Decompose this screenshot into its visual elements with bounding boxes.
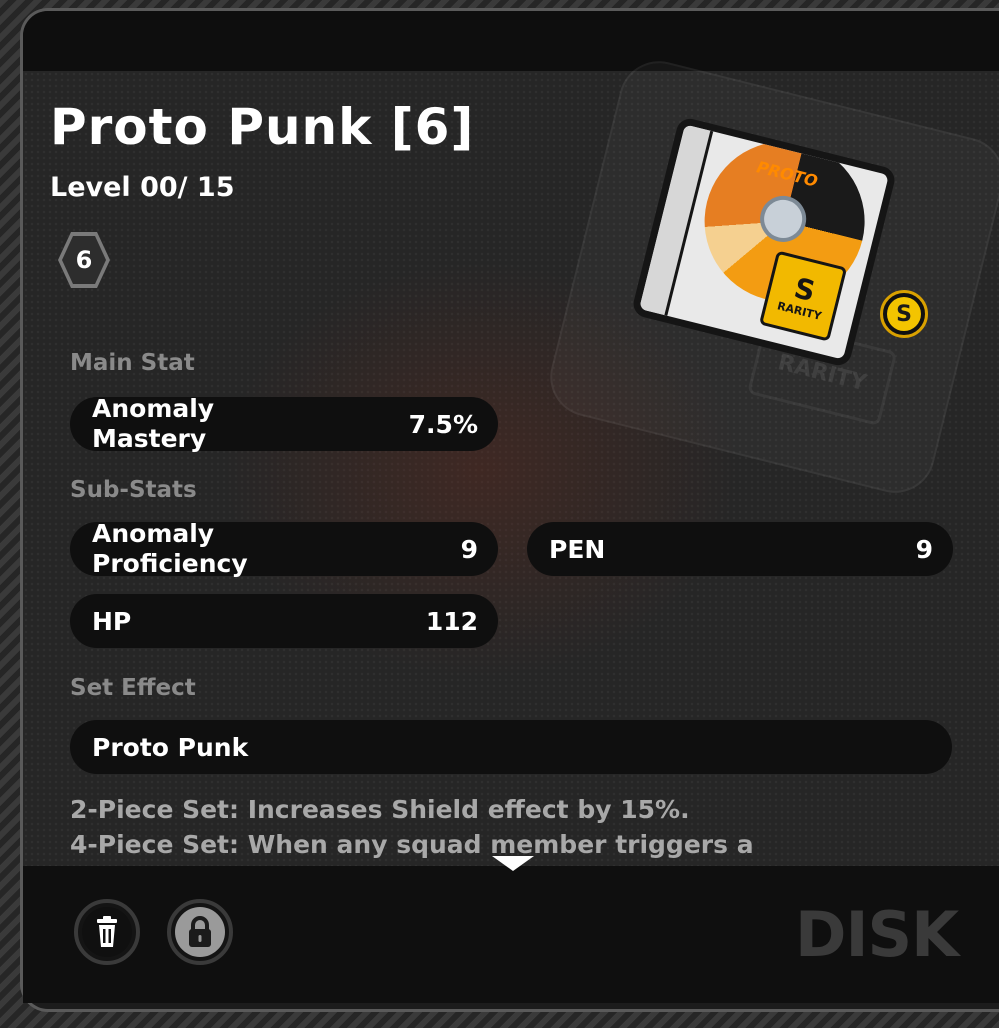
main-stat-name: Anomaly Mastery <box>92 394 214 454</box>
set-effect-description: 2-Piece Set: Increases Shield effect by … <box>70 792 910 862</box>
sub-stat-name-line2: Proficiency <box>92 549 248 578</box>
trash-icon <box>82 907 132 957</box>
set-effect-line: 2-Piece Set: Increases Shield effect by … <box>70 795 690 824</box>
sub-stat-name: HP <box>92 606 132 636</box>
main-stat-label: Main Stat <box>70 350 195 376</box>
sub-stat-value: 112 <box>425 606 478 636</box>
disk-watermark: DISK <box>795 898 959 971</box>
sub-stat-name-line1: Anomaly <box>92 519 215 548</box>
set-name-row: Proto Punk <box>70 720 952 774</box>
sub-stat-value: 9 <box>915 534 933 564</box>
main-stat-name-line1: Anomaly <box>92 394 215 423</box>
page-title: Proto Punk [6] <box>50 98 475 156</box>
rarity-tag-letter: S <box>790 270 819 308</box>
sub-stat-value: 9 <box>460 534 478 564</box>
rank-badge: S <box>880 290 928 338</box>
main-stat-row: Anomaly Mastery 7.5% <box>70 394 498 454</box>
main-stat-name-line2: Mastery <box>92 424 207 453</box>
rank-letter: S <box>887 297 921 331</box>
sub-stat-row: Anomaly Proficiency 9 <box>70 519 498 579</box>
top-bar <box>23 11 999 71</box>
disc-level: Level 00/ 15 <box>50 172 235 203</box>
lock-button[interactable] <box>167 899 233 965</box>
sub-stat-name: PEN <box>549 534 606 564</box>
lock-icon <box>175 907 225 957</box>
discard-button[interactable] <box>74 899 140 965</box>
sub-stat-row: PEN 9 <box>527 522 953 576</box>
set-name: Proto Punk <box>92 732 249 762</box>
scroll-down-arrow-icon[interactable] <box>492 856 534 871</box>
sub-stat-name: Anomaly Proficiency <box>92 519 248 579</box>
slot-number: 6 <box>62 236 106 284</box>
set-effect-label: Set Effect <box>70 675 196 701</box>
sub-stats-label: Sub-Stats <box>70 477 197 503</box>
set-effect-line: 4-Piece Set: When any squad member trigg… <box>70 830 754 859</box>
sub-stat-row: HP 112 <box>70 594 498 648</box>
main-stat-value: 7.5% <box>408 409 478 439</box>
